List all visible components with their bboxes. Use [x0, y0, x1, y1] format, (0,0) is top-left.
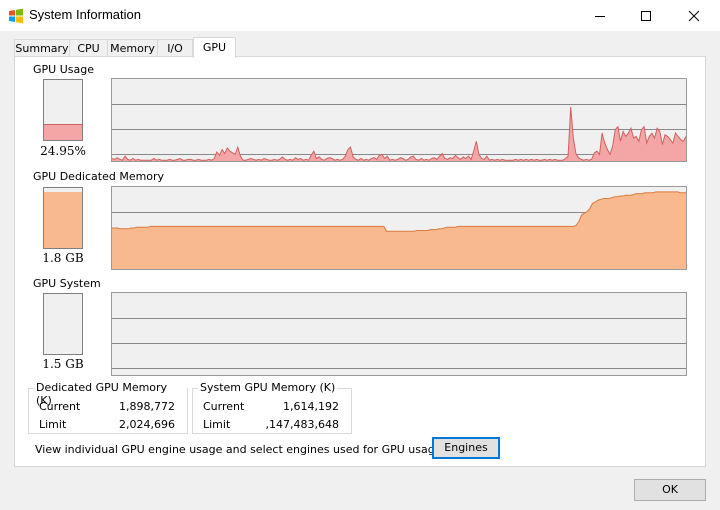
- window-title: System Information: [29, 7, 141, 22]
- system-current-value: 1,614,192: [283, 400, 339, 413]
- tab-summary[interactable]: Summary: [14, 39, 70, 57]
- gpu-usage-chart: [112, 104, 686, 161]
- system-memory-group: System GPU Memory (K) Current 1,614,192 …: [192, 381, 352, 434]
- engines-hint-text: View individual GPU engine usage and sel…: [35, 443, 442, 456]
- gpu-memory-meter: [43, 187, 83, 249]
- system-memory-title: System GPU Memory (K): [198, 381, 338, 394]
- dedicated-limit-value: 2,024,696: [119, 418, 175, 431]
- engines-button[interactable]: Engines: [432, 437, 500, 459]
- minimize-icon: [595, 15, 605, 17]
- gpu-system-value: 1.5 GB: [42, 357, 84, 371]
- gpu-panel: GPU Usage 24.95% GPU Dedicated Memory 1.…: [14, 56, 706, 467]
- system-limit-label: Limit: [203, 418, 231, 431]
- tab-io[interactable]: I/O: [157, 39, 193, 57]
- gpu-memory-chart: [112, 191, 686, 269]
- gpu-system-chart: [112, 318, 686, 369]
- tab-cpu[interactable]: CPU: [69, 39, 108, 57]
- gpu-usage-meter: [43, 79, 83, 141]
- windows-logo-icon: [8, 8, 24, 24]
- tab-gpu[interactable]: GPU: [193, 37, 236, 58]
- gpu-usage-graph: [111, 78, 687, 162]
- dedicated-current-value: 1,898,772: [119, 400, 175, 413]
- dedicated-limit-label: Limit: [39, 418, 67, 431]
- gpu-system-graph: [111, 292, 687, 376]
- gpu-memory-meter-fill: [44, 192, 82, 248]
- gpu-memory-graph: [111, 186, 687, 270]
- dedicated-current-label: Current: [39, 400, 81, 413]
- maximize-button[interactable]: [623, 0, 669, 31]
- gpu-usage-line: [112, 106, 686, 161]
- dedicated-memory-group: Dedicated GPU Memory (K) Current 1,898,7…: [28, 381, 188, 434]
- gpu-system-meter: [43, 293, 83, 355]
- gpu-system-label: GPU System: [33, 277, 101, 290]
- gpu-usage-value: 24.95%: [40, 144, 86, 158]
- gpu-usage-label: GPU Usage: [33, 63, 94, 76]
- tab-memory[interactable]: Memory: [107, 39, 158, 57]
- gpu-memory-area: [112, 191, 686, 269]
- ok-button[interactable]: OK: [634, 479, 706, 501]
- title-bar[interactable]: System Information: [0, 0, 720, 31]
- close-icon: [688, 10, 700, 21]
- minimize-button[interactable]: [577, 0, 623, 31]
- gpu-memory-value: 1.8 GB: [42, 251, 84, 265]
- system-current-label: Current: [203, 400, 245, 413]
- close-button[interactable]: [671, 0, 717, 31]
- gpu-dedicated-memory-label: GPU Dedicated Memory: [33, 170, 165, 183]
- maximize-icon: [641, 10, 651, 21]
- system-limit-value: ,147,483,648: [265, 418, 339, 431]
- gpu-usage-meter-fill: [44, 124, 82, 140]
